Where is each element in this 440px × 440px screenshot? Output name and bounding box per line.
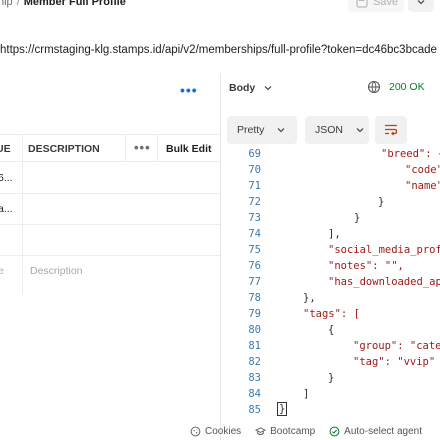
table-row[interactable]: 6... bbox=[0, 163, 220, 194]
pretty-dropdown[interactable]: Pretty bbox=[227, 116, 297, 144]
status-bar: Cookies Bootcamp Auto-select agent bbox=[190, 422, 422, 440]
chevron-down-icon bbox=[356, 128, 364, 133]
breadcrumb-current: Member Full Profile bbox=[23, 0, 126, 8]
description-placeholder[interactable]: Description bbox=[30, 265, 83, 277]
breadcrumb-separator: / bbox=[16, 0, 20, 8]
bootcamp-label: Bootcamp bbox=[270, 425, 316, 437]
more-options-icon[interactable]: ••• bbox=[180, 82, 198, 98]
check-circle-icon bbox=[329, 426, 340, 436]
table-row[interactable]: a... bbox=[0, 194, 220, 225]
table-row-placeholder[interactable]: e Description bbox=[0, 256, 220, 287]
column-options-icon[interactable]: ••• bbox=[134, 140, 151, 155]
response-body-code[interactable]: 69 "breed": { 70 "code" 71 "name" 72} 73} 7… bbox=[221, 146, 440, 416]
wrap-lines-button[interactable] bbox=[375, 116, 407, 144]
view-mode-label: Pretty bbox=[237, 124, 265, 136]
cookie-icon bbox=[190, 426, 201, 436]
top-bar: nip / Member Full Profile Save bbox=[0, 0, 440, 30]
param-value[interactable]: a... bbox=[0, 203, 13, 215]
value-column-header: UE bbox=[0, 143, 11, 155]
breadcrumb-parent[interactable]: nip bbox=[0, 0, 13, 8]
auto-select-agent-button[interactable]: Auto-select agent bbox=[329, 426, 422, 437]
auto-select-agent-label: Auto-select agent bbox=[344, 425, 422, 437]
chevron-down-icon bbox=[264, 86, 272, 91]
column-divider bbox=[125, 134, 126, 162]
param-value[interactable]: 6... bbox=[0, 172, 13, 184]
save-label: Save bbox=[373, 0, 399, 8]
chevron-down-icon bbox=[417, 0, 425, 5]
body-label: Body bbox=[229, 82, 256, 94]
format-label: JSON bbox=[315, 124, 344, 136]
response-status: 200 OK bbox=[367, 80, 425, 94]
url-input[interactable]: https://crmstaging-klg.stamps.id/api/v2/… bbox=[0, 38, 440, 62]
cookies-label: Cookies bbox=[205, 425, 242, 437]
breadcrumb: nip / Member Full Profile bbox=[0, 0, 126, 8]
description-column-header: DESCRIPTION bbox=[28, 143, 100, 155]
graduation-cap-icon bbox=[255, 426, 267, 435]
cookies-button[interactable]: Cookies bbox=[190, 426, 241, 437]
column-divider bbox=[157, 134, 158, 162]
wrap-lines-icon bbox=[385, 124, 398, 136]
globe-history-icon[interactable] bbox=[367, 80, 381, 94]
params-table-header: UE DESCRIPTION ••• Bulk Edit bbox=[0, 134, 220, 162]
bootcamp-button[interactable]: Bootcamp bbox=[255, 426, 315, 437]
body-dropdown[interactable]: Body bbox=[229, 82, 273, 94]
table-row[interactable] bbox=[0, 225, 220, 256]
params-pane: ••• UE DESCRIPTION ••• Bulk Edit 6... a.… bbox=[0, 74, 220, 440]
bulk-edit-button[interactable]: Bulk Edit bbox=[166, 143, 212, 155]
save-options-button[interactable] bbox=[408, 0, 434, 12]
save-button[interactable]: Save bbox=[348, 0, 404, 12]
chevron-down-icon bbox=[277, 128, 285, 133]
format-dropdown[interactable]: JSON bbox=[305, 116, 369, 144]
save-icon bbox=[356, 0, 368, 8]
status-code[interactable]: 200 OK bbox=[389, 81, 425, 93]
value-placeholder[interactable]: e bbox=[0, 265, 4, 277]
response-pane: Body 200 OK Pretty JSON 69 "breed": { 70 "… bbox=[221, 74, 440, 440]
